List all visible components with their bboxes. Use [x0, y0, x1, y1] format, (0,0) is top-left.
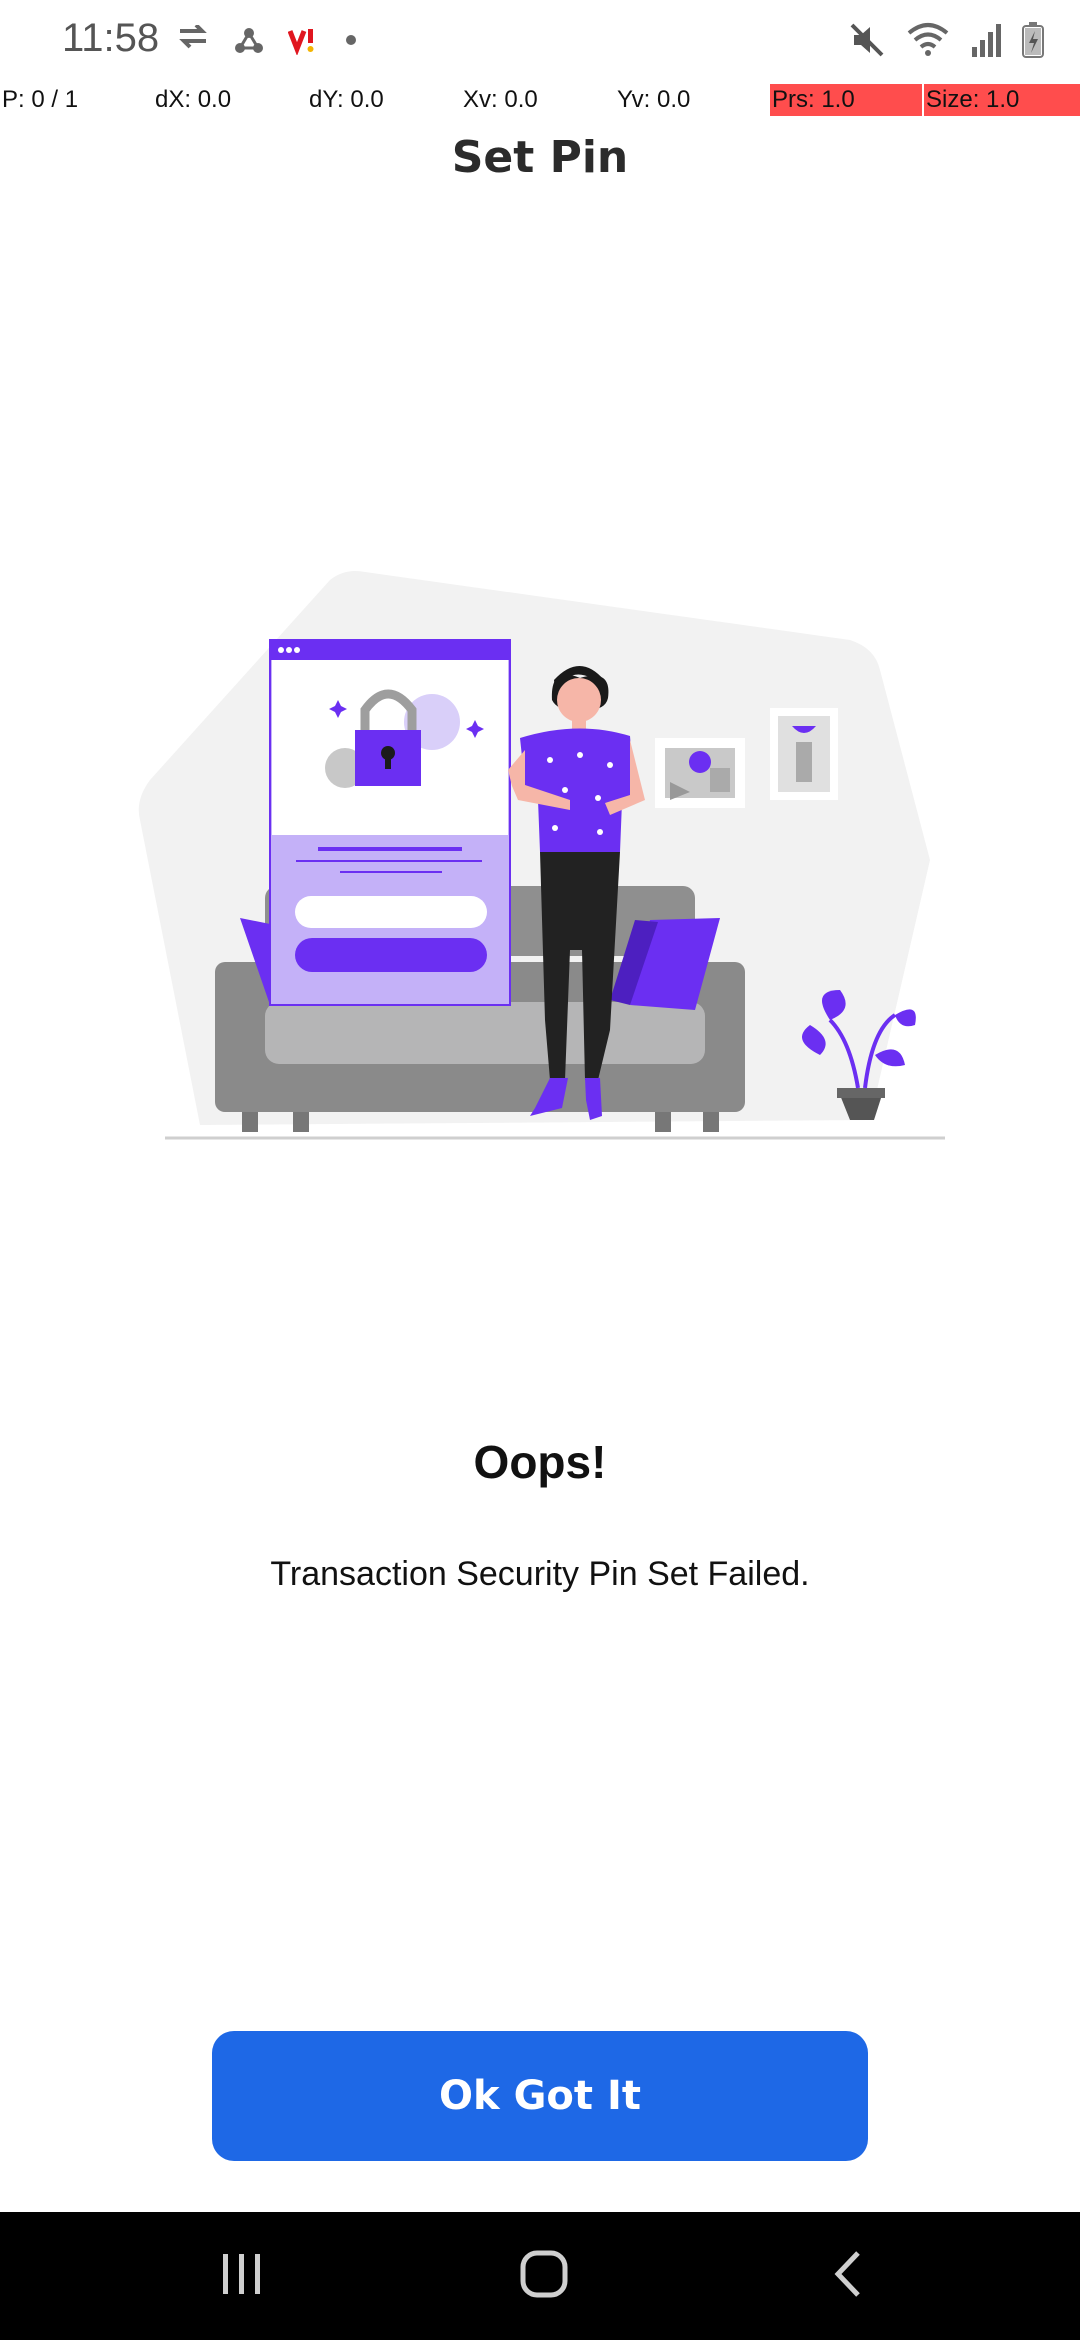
- pointer-pressure: Prs: 1.0: [770, 84, 922, 116]
- home-button[interactable]: [474, 2212, 614, 2340]
- battery-charging-icon: [1022, 21, 1044, 63]
- back-icon: [830, 2249, 866, 2304]
- status-left-icons: [176, 22, 358, 62]
- recent-apps-button[interactable]: [172, 2212, 312, 2340]
- error-heading: Oops!: [473, 1436, 607, 1488]
- pointer-count: P: 0 / 1: [2, 86, 79, 113]
- pointer-size: Size: 1.0: [924, 84, 1080, 116]
- system-nav-bar: [0, 2212, 1080, 2340]
- ok-got-it-button[interactable]: Ok Got It: [212, 2031, 868, 2161]
- status-bar: 11:58: [0, 0, 1080, 84]
- error-message: Transaction Security Pin Set Failed.: [270, 1555, 810, 1593]
- dot-icon: [344, 33, 358, 52]
- page-title: Set Pin: [451, 132, 629, 183]
- mute-icon: [848, 21, 886, 64]
- recent-apps-icon: [219, 2252, 265, 2301]
- wifi-icon: [906, 21, 950, 64]
- status-right-icons: [848, 20, 1044, 64]
- pointer-location-overlay: P: 0 / 1 dX: 0.0 dY: 0.0 Xv: 0.0 Yv: 0.0…: [0, 84, 1080, 116]
- pointer-dx: dX: 0.0: [155, 86, 232, 113]
- back-button[interactable]: [778, 2212, 918, 2340]
- hub-icon: [234, 25, 264, 60]
- vi-carrier-icon: [287, 25, 320, 60]
- pointer-dy: dY: 0.0: [309, 86, 384, 113]
- status-time: 11:58: [62, 16, 160, 60]
- security-illustration: [130, 560, 950, 1160]
- pointer-yv: Yv: 0.0: [617, 86, 691, 113]
- routing-icon: [176, 23, 210, 60]
- signal-icon: [970, 23, 1002, 62]
- pointer-xv: Xv: 0.0: [463, 86, 538, 113]
- home-icon: [519, 2249, 569, 2304]
